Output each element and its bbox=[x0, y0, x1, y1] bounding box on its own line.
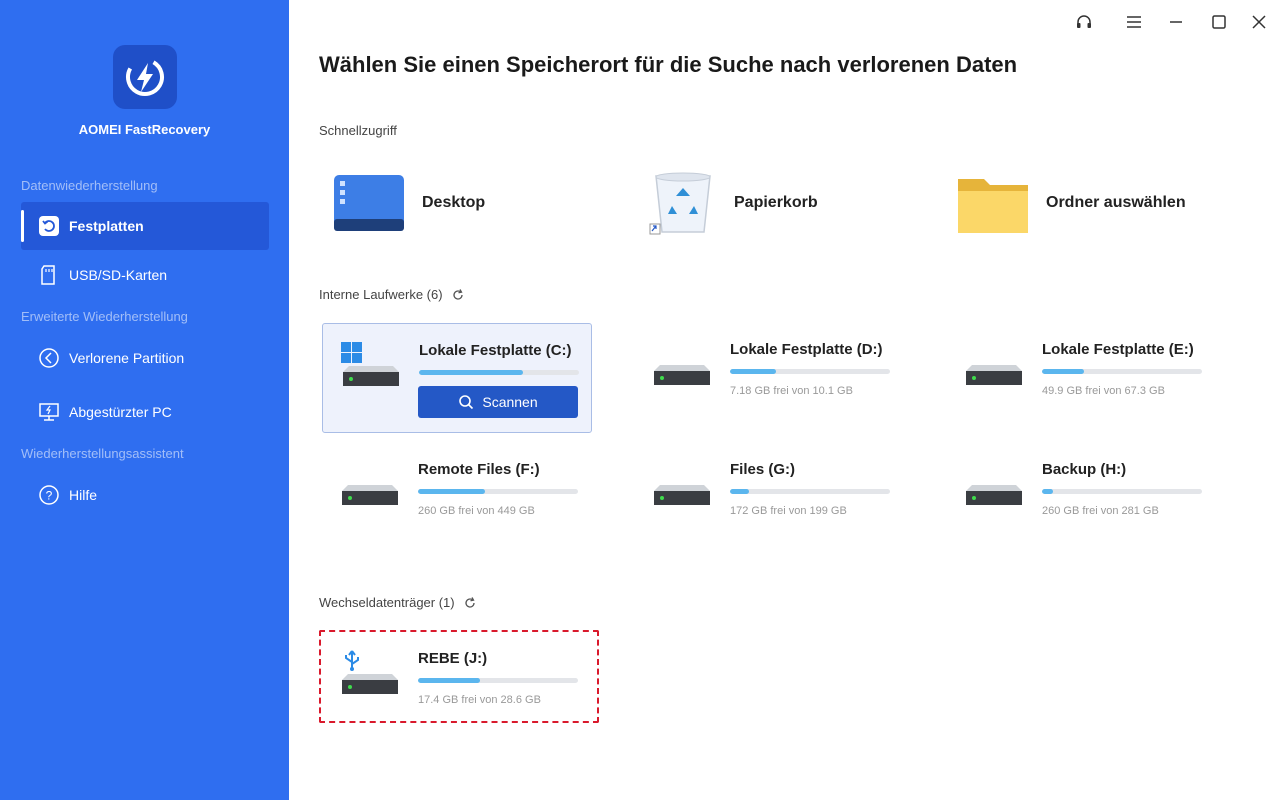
usb-drive-icon bbox=[342, 650, 398, 694]
app-logo bbox=[113, 45, 177, 109]
drive-usage-bar bbox=[418, 678, 578, 683]
sd-card-icon bbox=[37, 263, 61, 287]
drive-card-d[interactable]: Lokale Festplatte (D:) 7.18 GB frei von … bbox=[634, 323, 904, 433]
internal-drives-label: Interne Laufwerke (6) bbox=[319, 287, 465, 302]
drive-free-space: 17.4 GB frei von 28.6 GB bbox=[418, 694, 541, 706]
refresh-icon[interactable] bbox=[451, 288, 465, 302]
sidebar-item-verlorene-partition[interactable]: Verlorene Partition bbox=[21, 334, 269, 382]
drive-usage-fill bbox=[730, 489, 750, 494]
drive-card-g[interactable]: Files (G:) 172 GB frei von 199 GB bbox=[634, 443, 904, 553]
monitor-icon bbox=[37, 400, 61, 424]
drive-name: Backup (H:) bbox=[1042, 461, 1127, 478]
minimize-icon bbox=[1170, 21, 1182, 23]
section-label-datenwiederherstellung: Datenwiederherstellung bbox=[21, 178, 158, 193]
sidebar-item-label: Hilfe bbox=[69, 487, 98, 503]
maximize-button[interactable] bbox=[1207, 10, 1231, 34]
page-title: Wählen Sie einen Speicherort für die Suc… bbox=[319, 52, 1018, 77]
drive-usage-fill bbox=[418, 678, 481, 683]
drive-usage-fill bbox=[419, 370, 523, 375]
quick-access-label-text: Schnellzugriff bbox=[319, 123, 397, 138]
app-name: AOMEI FastRecovery bbox=[78, 122, 211, 137]
drive-name: Remote Files (F:) bbox=[418, 461, 540, 478]
lightning-logo-icon bbox=[126, 58, 164, 96]
headset-icon bbox=[1077, 15, 1091, 28]
partition-icon bbox=[37, 346, 61, 370]
sidebar-item-hilfe[interactable]: ? Hilfe bbox=[21, 471, 269, 519]
sidebar-item-usb-sd-karten[interactable]: USB/SD-Karten bbox=[21, 251, 269, 299]
windows-drive-icon bbox=[341, 342, 399, 386]
drive-card-e[interactable]: Lokale Festplatte (E:) 49.9 GB frei von … bbox=[946, 323, 1216, 433]
drive-card-c[interactable]: Lokale Festplatte (C:) Scannen bbox=[322, 323, 592, 433]
svg-text:?: ? bbox=[46, 489, 53, 503]
folder-icon bbox=[958, 179, 1028, 233]
hard-drive-icon bbox=[966, 365, 1022, 385]
removable-drives-label-text: Wechseldatenträger (1) bbox=[319, 595, 455, 610]
drive-usage-bar bbox=[419, 370, 579, 375]
sidebar-item-festplatten[interactable]: Festplatten bbox=[21, 202, 269, 250]
refresh-icon[interactable] bbox=[463, 596, 477, 610]
scan-button-label: Scannen bbox=[482, 394, 538, 410]
quick-item-papierkorb[interactable]: Papierkorb bbox=[648, 168, 818, 238]
recycle-bin-icon bbox=[649, 172, 711, 235]
internal-drives-label-text: Interne Laufwerke (6) bbox=[319, 287, 443, 302]
section-label-wiederherstellungsassistent: Wiederherstellungsassistent bbox=[21, 446, 184, 461]
drive-free-space: 260 GB frei von 449 GB bbox=[418, 505, 535, 517]
quick-access-label: Schnellzugriff bbox=[319, 123, 397, 138]
drive-usage-fill bbox=[1042, 369, 1084, 374]
sidebar-item-abgestuerzter-pc[interactable]: Abgestürzter PC bbox=[21, 388, 269, 436]
search-icon bbox=[459, 395, 474, 410]
hard-drive-icon bbox=[654, 365, 710, 385]
sidebar-item-label: Festplatten bbox=[69, 218, 144, 234]
quick-item-desktop[interactable]: Desktop bbox=[332, 168, 485, 238]
maximize-icon bbox=[1212, 15, 1226, 29]
quick-item-label: Papierkorb bbox=[734, 194, 818, 211]
sidebar-item-label: USB/SD-Karten bbox=[69, 267, 168, 283]
drive-name: Lokale Festplatte (C:) bbox=[419, 342, 572, 359]
sidebar-item-label: Abgestürzter PC bbox=[69, 404, 172, 420]
drive-free-space: 49.9 GB frei von 67.3 GB bbox=[1042, 385, 1165, 397]
hamburger-menu-icon bbox=[1127, 16, 1141, 28]
close-icon bbox=[1252, 15, 1266, 29]
drive-card-j[interactable]: REBE (J:) 17.4 GB frei von 28.6 GB bbox=[319, 630, 599, 723]
hard-drive-icon bbox=[342, 485, 398, 505]
sidebar: AOMEI FastRecovery Datenwiederherstellun… bbox=[0, 0, 289, 800]
restore-icon bbox=[37, 214, 61, 238]
drive-free-space: 7.18 GB frei von 10.1 GB bbox=[730, 385, 853, 397]
drive-usage-fill bbox=[730, 369, 777, 374]
hard-drive-icon bbox=[654, 485, 710, 505]
close-button[interactable] bbox=[1247, 10, 1271, 34]
drive-free-space: 260 GB frei von 281 GB bbox=[1042, 505, 1159, 517]
hard-drive-icon bbox=[966, 485, 1022, 505]
drive-usage-bar bbox=[418, 489, 578, 494]
quick-item-ordner-auswaehlen[interactable]: Ordner auswählen bbox=[956, 168, 1186, 238]
minimize-button[interactable] bbox=[1164, 10, 1188, 34]
section-label-erweiterte-wiederherstellung: Erweiterte Wiederherstellung bbox=[21, 309, 188, 324]
removable-drives-label: Wechseldatenträger (1) bbox=[319, 595, 477, 610]
drive-card-f[interactable]: Remote Files (F:) 260 GB frei von 449 GB bbox=[322, 443, 592, 553]
drive-card-h[interactable]: Backup (H:) 260 GB frei von 281 GB bbox=[946, 443, 1216, 553]
drive-usage-fill bbox=[418, 489, 486, 494]
support-button[interactable] bbox=[1072, 10, 1096, 34]
quick-item-label: Ordner auswählen bbox=[1046, 194, 1186, 211]
drive-free-space: 172 GB frei von 199 GB bbox=[730, 505, 847, 517]
menu-button[interactable] bbox=[1122, 10, 1146, 34]
drive-name: Files (G:) bbox=[730, 461, 796, 478]
scan-button[interactable]: Scannen bbox=[418, 386, 578, 418]
drive-name: Lokale Festplatte (E:) bbox=[1042, 341, 1194, 358]
quick-item-label: Desktop bbox=[422, 194, 486, 211]
drive-usage-bar bbox=[730, 369, 890, 374]
sidebar-item-label: Verlorene Partition bbox=[69, 350, 185, 366]
desktop-icon bbox=[334, 175, 404, 231]
drive-usage-bar bbox=[1042, 489, 1202, 494]
drive-usage-bar bbox=[1042, 369, 1202, 374]
drive-name: REBE (J:) bbox=[418, 650, 488, 667]
drive-usage-bar bbox=[730, 489, 890, 494]
help-icon: ? bbox=[37, 483, 61, 507]
drive-usage-fill bbox=[1042, 489, 1054, 494]
drive-name: Lokale Festplatte (D:) bbox=[730, 341, 883, 358]
